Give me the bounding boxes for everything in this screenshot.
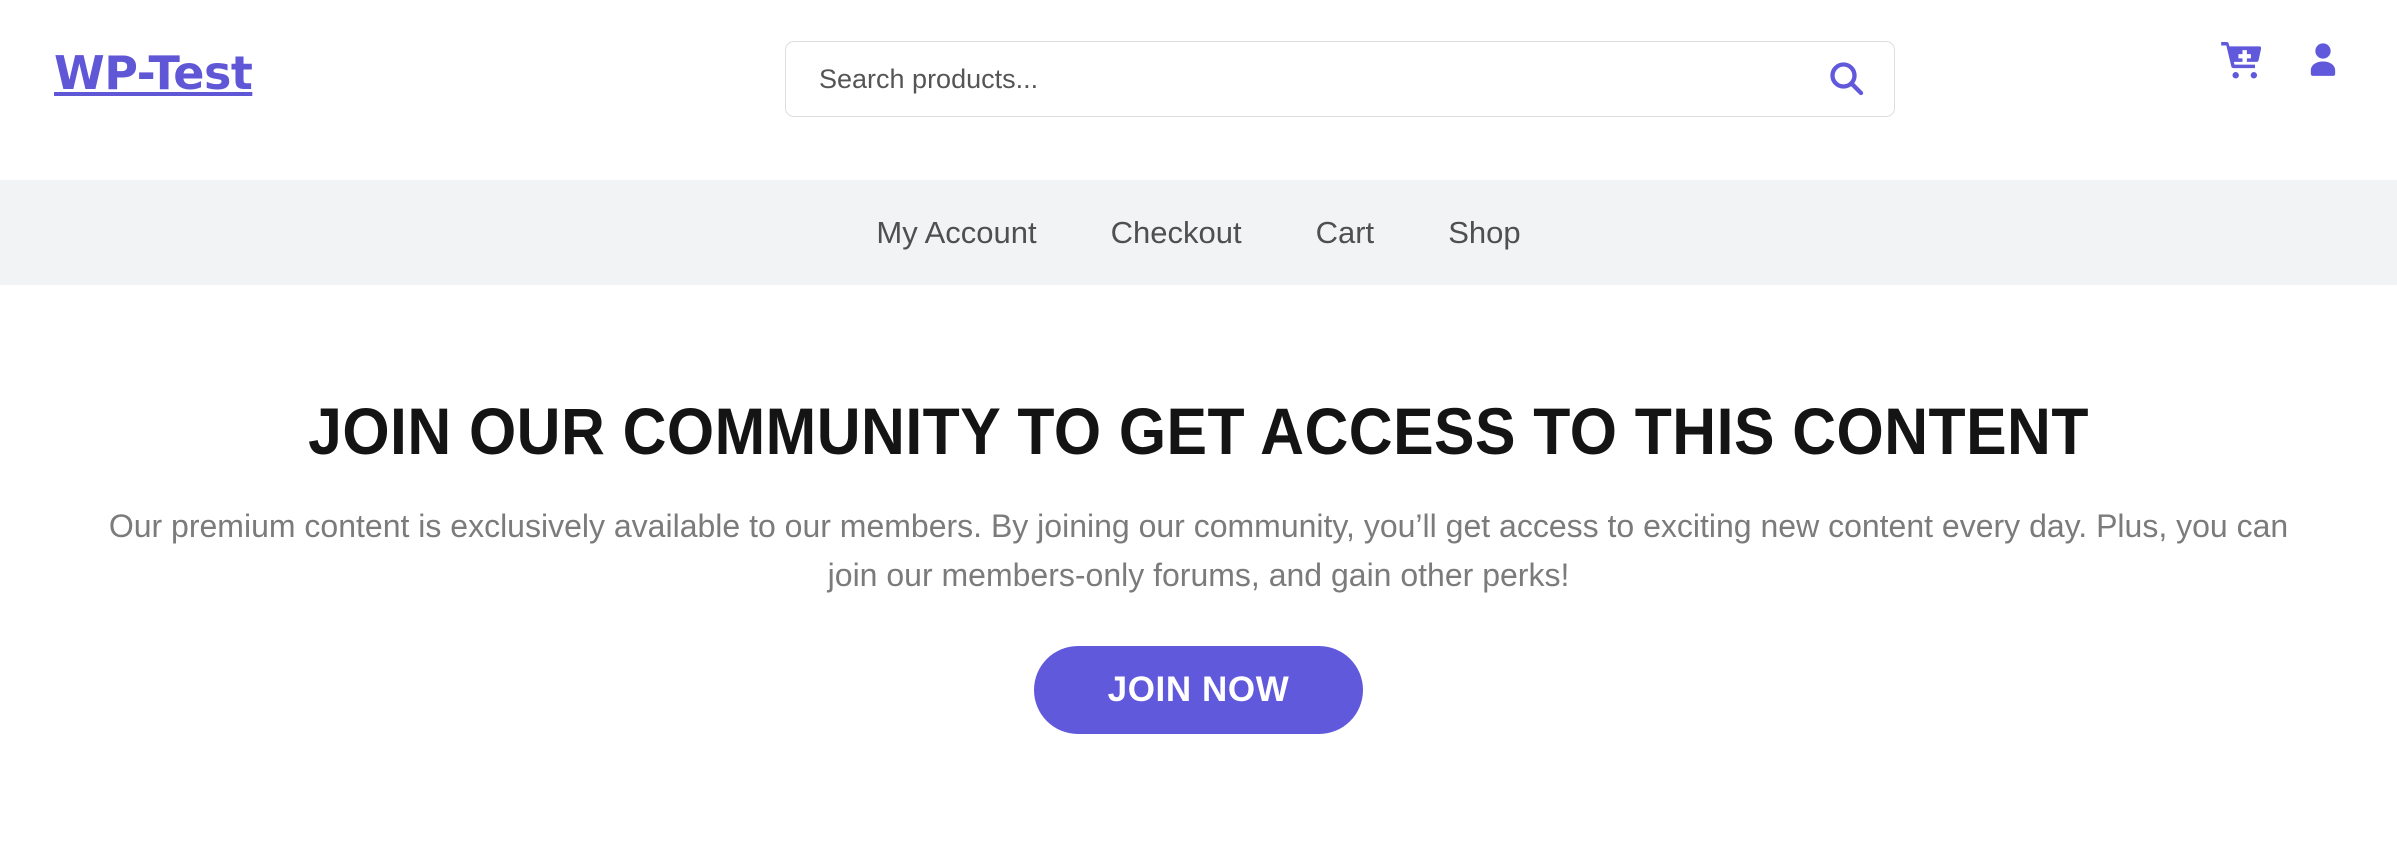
nav-link-shop[interactable]: Shop <box>1411 215 1557 251</box>
main-content: Join Our Community To Get Access To This… <box>0 285 2397 734</box>
search-submit-button[interactable] <box>1808 42 1894 116</box>
primary-navigation: My Account Checkout Cart Shop <box>0 180 2397 285</box>
nav-item-shop[interactable]: Shop <box>1411 215 1557 251</box>
nav-item-checkout[interactable]: Checkout <box>1074 215 1279 251</box>
nav-link-my-account[interactable]: My Account <box>839 215 1073 251</box>
page-title: Join Our Community To Get Access To This… <box>308 394 2089 468</box>
user-account-icon <box>2303 39 2343 84</box>
header-icon-group <box>2219 38 2343 85</box>
site-logo[interactable]: WP-Test <box>54 46 253 100</box>
nav-item-cart[interactable]: Cart <box>1279 215 1412 251</box>
site-header: WP-Test <box>0 0 2397 180</box>
product-search-form <box>785 41 1895 117</box>
search-icon <box>1826 58 1866 101</box>
search-input[interactable] <box>786 42 1808 116</box>
nav-link-cart[interactable]: Cart <box>1279 215 1412 251</box>
cart-add-icon <box>2219 38 2263 85</box>
nav-list: My Account Checkout Cart Shop <box>839 215 1557 251</box>
nav-link-checkout[interactable]: Checkout <box>1074 215 1279 251</box>
join-now-button[interactable]: Join Now <box>1033 645 1364 734</box>
account-button[interactable] <box>2303 39 2343 84</box>
nav-item-my-account[interactable]: My Account <box>839 215 1073 251</box>
page-description: Our premium content is exclusively avail… <box>108 508 2289 593</box>
cart-add-button[interactable] <box>2219 38 2263 85</box>
cta-container: Join Now <box>0 645 2397 734</box>
